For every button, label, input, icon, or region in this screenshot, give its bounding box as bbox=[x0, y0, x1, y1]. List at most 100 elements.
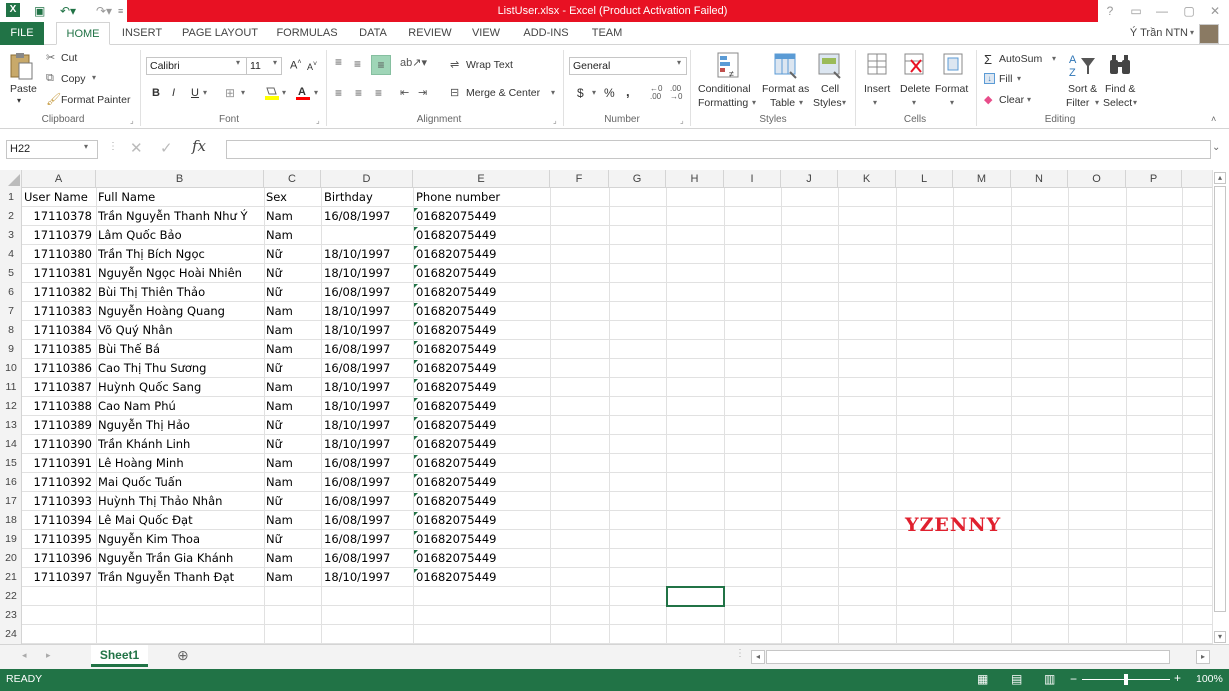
find-select-button-line2[interactable]: Select bbox=[1103, 97, 1132, 109]
table-cell[interactable]: 17110389 bbox=[24, 416, 94, 435]
column-header[interactable]: C bbox=[264, 170, 321, 188]
table-cell[interactable]: Nguyễn Thị Hảo bbox=[98, 416, 262, 435]
tab-data[interactable]: DATA bbox=[352, 22, 394, 45]
row-header[interactable]: 5 bbox=[0, 264, 22, 283]
collapse-ribbon-icon[interactable]: ˄ bbox=[1211, 114, 1216, 124]
close-icon[interactable]: ✕ bbox=[1206, 2, 1224, 20]
table-cell[interactable]: 17110381 bbox=[24, 264, 94, 283]
sort-filter-button-line2[interactable]: Filter bbox=[1066, 97, 1089, 109]
delete-dropdown-icon[interactable]: ▾ bbox=[912, 98, 916, 107]
format-button[interactable]: Format bbox=[935, 83, 968, 95]
clipboard-launcher-icon[interactable]: ⌟ bbox=[130, 116, 134, 125]
italic-button[interactable]: I bbox=[172, 87, 175, 99]
table-cell[interactable]: 01682075449 bbox=[416, 397, 546, 416]
table-cell[interactable]: 01682075449 bbox=[416, 435, 546, 454]
clear-button[interactable]: Clear bbox=[999, 94, 1024, 106]
table-cell[interactable]: 17110378 bbox=[24, 207, 94, 226]
table-cell[interactable]: 01682075449 bbox=[416, 454, 546, 473]
error-indicator-icon[interactable] bbox=[414, 455, 418, 459]
table-cell[interactable]: Nữ bbox=[266, 264, 321, 283]
table-cell[interactable]: 17110391 bbox=[24, 454, 94, 473]
table-cell[interactable]: 16/08/1997 bbox=[324, 283, 412, 302]
page-break-view-icon[interactable]: ▥ bbox=[1044, 672, 1055, 686]
minimize-icon[interactable]: — bbox=[1153, 2, 1171, 20]
autosum-dropdown-icon[interactable]: ▾ bbox=[1052, 54, 1056, 63]
font-color-icon[interactable]: A bbox=[296, 85, 310, 101]
ribbon-display-icon[interactable]: ▭ bbox=[1127, 2, 1145, 20]
error-indicator-icon[interactable] bbox=[414, 246, 418, 250]
table-cell[interactable]: 18/10/1997 bbox=[324, 302, 412, 321]
table-cell[interactable]: Nữ bbox=[266, 245, 321, 264]
error-indicator-icon[interactable] bbox=[414, 436, 418, 440]
error-indicator-icon[interactable] bbox=[414, 227, 418, 231]
paste-icon[interactable] bbox=[8, 51, 34, 81]
table-cell[interactable]: Nữ bbox=[266, 359, 321, 378]
table-cell[interactable]: 01682075449 bbox=[416, 283, 546, 302]
tab-file[interactable]: FILE bbox=[0, 22, 44, 45]
row-header[interactable]: 20 bbox=[0, 549, 22, 568]
bold-button[interactable]: B bbox=[152, 87, 160, 99]
error-indicator-icon[interactable] bbox=[414, 474, 418, 478]
column-header[interactable]: H bbox=[666, 170, 724, 188]
error-indicator-icon[interactable] bbox=[414, 303, 418, 307]
header-cell[interactable]: Phone number bbox=[416, 188, 546, 207]
error-indicator-icon[interactable] bbox=[414, 398, 418, 402]
row-header[interactable]: 4 bbox=[0, 245, 22, 264]
enter-formula-icon[interactable]: ✓ bbox=[160, 139, 173, 157]
table-cell[interactable]: 17110380 bbox=[24, 245, 94, 264]
header-cell[interactable]: Sex bbox=[266, 188, 321, 207]
wrap-text-button[interactable]: Wrap Text bbox=[466, 59, 513, 71]
table-cell[interactable]: Nam bbox=[266, 321, 321, 340]
table-cell[interactable]: Nam bbox=[266, 302, 321, 321]
column-header[interactable]: E bbox=[413, 170, 550, 188]
row-header[interactable]: 9 bbox=[0, 340, 22, 359]
increase-indent-icon[interactable]: ⇥ bbox=[418, 86, 427, 99]
table-cell[interactable]: 17110397 bbox=[24, 568, 94, 587]
table-cell[interactable] bbox=[324, 226, 412, 245]
tab-add-ins[interactable]: ADD-INS bbox=[516, 22, 576, 45]
next-sheet-icon[interactable]: ▸ bbox=[46, 650, 51, 661]
table-cell[interactable]: 18/10/1997 bbox=[324, 435, 412, 454]
table-cell[interactable]: 16/08/1997 bbox=[324, 530, 412, 549]
page-layout-view-icon[interactable]: ▤ bbox=[1011, 672, 1022, 686]
tab-home[interactable]: HOME bbox=[56, 22, 110, 45]
table-cell[interactable]: Huỳnh Thị Thảo Nhân bbox=[98, 492, 262, 511]
zoom-in-icon[interactable]: + bbox=[1174, 671, 1181, 685]
table-cell[interactable]: Lê Hoàng Minh bbox=[98, 454, 262, 473]
decrease-decimal-icon[interactable]: .00 →0 bbox=[670, 85, 682, 101]
cut-button[interactable]: Cut bbox=[61, 52, 77, 64]
table-cell[interactable]: 16/08/1997 bbox=[324, 549, 412, 568]
error-indicator-icon[interactable] bbox=[414, 531, 418, 535]
table-cell[interactable]: 01682075449 bbox=[416, 321, 546, 340]
row-header[interactable]: 15 bbox=[0, 454, 22, 473]
column-header[interactable]: A bbox=[22, 170, 96, 188]
help-icon[interactable]: ? bbox=[1101, 2, 1119, 20]
percent-button[interactable]: % bbox=[604, 86, 615, 100]
name-box-dropdown-icon[interactable]: ▾ bbox=[84, 142, 88, 151]
table-cell[interactable]: Nam bbox=[266, 207, 321, 226]
table-cell[interactable]: Nam bbox=[266, 340, 321, 359]
table-cell[interactable]: Võ Quý Nhân bbox=[98, 321, 262, 340]
column-header[interactable]: F bbox=[550, 170, 609, 188]
table-cell[interactable]: 01682075449 bbox=[416, 207, 546, 226]
borders-dropdown-icon[interactable]: ▾ bbox=[241, 88, 245, 97]
table-cell[interactable]: Nam bbox=[266, 397, 321, 416]
row-header[interactable]: 17 bbox=[0, 492, 22, 511]
tab-team[interactable]: TEAM bbox=[584, 22, 630, 45]
table-cell[interactable]: 01682075449 bbox=[416, 549, 546, 568]
zoom-slider-thumb[interactable] bbox=[1124, 674, 1128, 685]
table-cell[interactable]: 01682075449 bbox=[416, 302, 546, 321]
insert-function-icon[interactable]: fx bbox=[192, 137, 206, 155]
error-indicator-icon[interactable] bbox=[414, 569, 418, 573]
error-indicator-icon[interactable] bbox=[414, 322, 418, 326]
paste-dropdown-icon[interactable]: ▾ bbox=[17, 96, 21, 105]
row-header[interactable]: 22 bbox=[0, 587, 22, 606]
table-cell[interactable]: 17110393 bbox=[24, 492, 94, 511]
row-header[interactable]: 8 bbox=[0, 321, 22, 340]
number-format-dropdown-icon[interactable]: ▾ bbox=[677, 58, 681, 67]
align-right-icon[interactable]: ≡ bbox=[375, 86, 382, 100]
undo-icon[interactable]: ↶▾ bbox=[60, 3, 76, 19]
table-cell[interactable]: Nam bbox=[266, 454, 321, 473]
fill-button[interactable]: Fill bbox=[999, 73, 1012, 85]
font-name-select[interactable]: Calibri bbox=[146, 57, 248, 75]
